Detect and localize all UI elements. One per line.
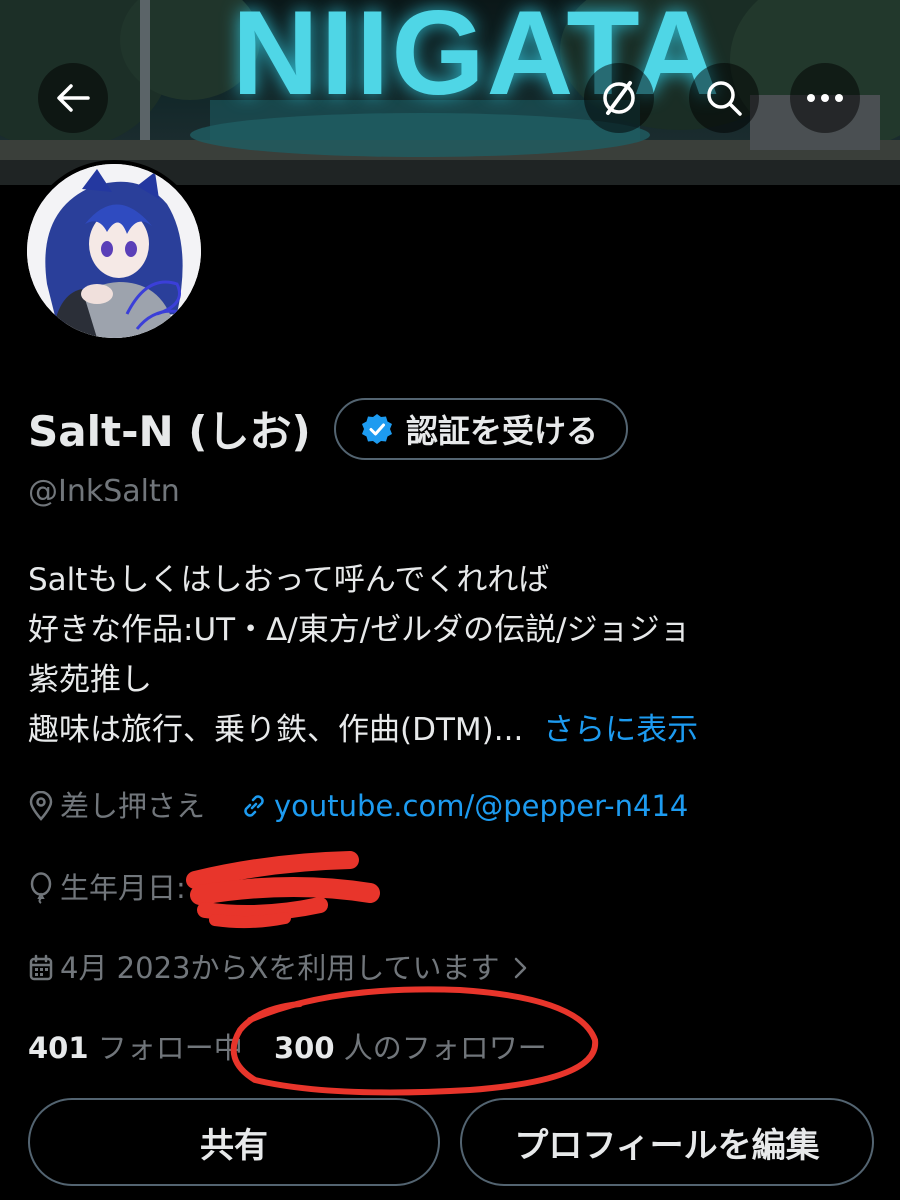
joined-row[interactable]: 4月 2023からXを利用しています xyxy=(28,948,537,988)
bio-line: Saltもしくはしおって呼んでくれれば xyxy=(28,562,550,598)
search-icon xyxy=(707,81,742,116)
get-verified-button[interactable]: 認証を受ける xyxy=(334,398,628,460)
back-button[interactable] xyxy=(38,63,108,133)
calendar-icon xyxy=(29,954,53,981)
bio-line: 趣味は旅行、乗り鉄、作曲(DTM)... さらに表示 xyxy=(28,708,698,752)
joined-text: 4月 2023からXを利用しています xyxy=(60,951,500,985)
share-button[interactable]: 共有 xyxy=(28,1098,440,1186)
birthday-label: 生年月日: xyxy=(60,871,186,905)
link-icon xyxy=(244,795,264,817)
website-link[interactable]: youtube.com/@pepper-n414 xyxy=(274,786,688,826)
bio-line-text: 趣味は旅行、乗り鉄、作曲(DTM)... xyxy=(28,712,524,748)
avatar[interactable] xyxy=(23,160,205,342)
verified-badge-icon xyxy=(362,414,392,444)
birthday-row: 生年月日: xyxy=(28,868,186,908)
balloon-icon xyxy=(30,872,52,904)
chevron-right-icon xyxy=(515,957,527,979)
show-more-link[interactable]: さらに表示 xyxy=(543,712,698,748)
bio-line: 好きな作品:UT・Δ/東方/ゼルダの伝説/ジョジョ xyxy=(28,612,691,648)
grok-button[interactable] xyxy=(584,63,654,133)
profile-banner[interactable]: NIIGATA xyxy=(0,0,900,185)
followers-label: 人のフォロワー xyxy=(343,1031,547,1065)
more-horizontal-icon xyxy=(807,94,843,102)
location-text: 差し押さえ xyxy=(60,789,206,823)
follow-stats: 401 フォロー中 300 人のフォロワー xyxy=(28,1028,547,1068)
location-row: 差し押さえ xyxy=(28,786,205,826)
avatar-image xyxy=(27,164,201,338)
more-button[interactable] xyxy=(790,63,860,133)
get-verified-label: 認証を受ける xyxy=(406,412,599,450)
user-handle: @InkSaltn xyxy=(28,474,180,509)
arrow-left-icon xyxy=(57,84,90,112)
display-name: Salt-N (しお) xyxy=(28,407,311,456)
bio-line: 紫苑推し xyxy=(28,662,152,698)
edit-profile-button[interactable]: プロフィールを編集 xyxy=(460,1098,874,1186)
location-pin-icon xyxy=(29,791,53,821)
website-row[interactable]: youtube.com/@pepper-n414 xyxy=(240,786,688,826)
followers-stat[interactable]: 300 人のフォロワー xyxy=(274,1031,547,1065)
following-count: 401 xyxy=(28,1031,89,1065)
following-stat[interactable]: 401 フォロー中 xyxy=(28,1031,243,1065)
followers-count: 300 xyxy=(274,1031,335,1065)
search-button[interactable] xyxy=(689,63,759,133)
grok-slash-circle-icon xyxy=(603,81,635,115)
redaction-scribble xyxy=(186,851,380,929)
following-label: フォロー中 xyxy=(97,1031,243,1065)
